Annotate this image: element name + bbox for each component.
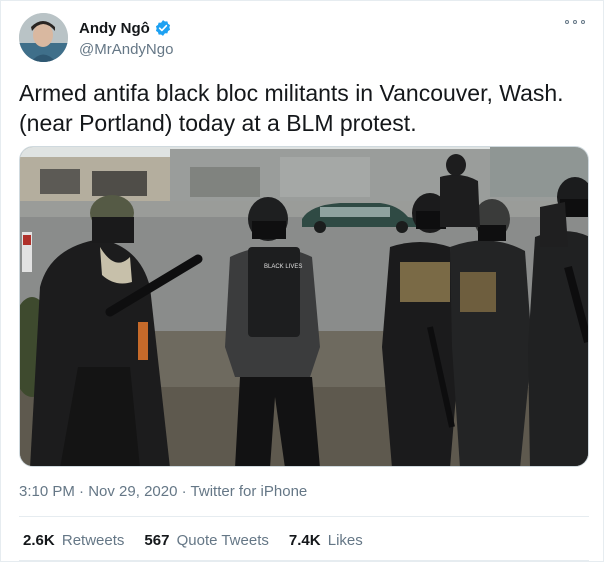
likes-label: Likes	[327, 532, 363, 549]
tweet-card: Andy Ngô @MrAndyNgo Armed antifa black b…	[0, 0, 604, 562]
meta-separator: ·	[79, 483, 85, 500]
likes-count: 7.4K	[288, 532, 321, 549]
vest-patch-text: BLACK LIVES	[264, 264, 302, 270]
quote-tweets-label: Quote Tweets	[176, 532, 269, 549]
author-names: Andy Ngô @MrAndyNgo	[79, 18, 173, 59]
verified-badge-icon	[154, 19, 172, 37]
tweet-date[interactable]: Nov 29, 2020	[88, 483, 177, 500]
retweets-stat[interactable]: 2.6K Retweets	[23, 532, 124, 549]
tweet-header: Andy Ngô @MrAndyNgo	[19, 11, 589, 65]
tweet-stats: 2.6K Retweets 567 Quote Tweets 7.4K Like…	[23, 532, 383, 549]
display-name[interactable]: Andy Ngô	[79, 20, 150, 37]
divider	[19, 516, 589, 517]
handle[interactable]: @MrAndyNgo	[79, 41, 173, 58]
retweets-label: Retweets	[61, 532, 125, 549]
retweets-count: 2.6K	[23, 532, 55, 549]
tweet-meta: 3:10 PM · Nov 29, 2020 · Twitter for iPh…	[19, 483, 307, 500]
quote-tweets-stat[interactable]: 567 Quote Tweets	[144, 532, 268, 549]
avatar[interactable]	[19, 13, 68, 62]
more-options-icon[interactable]	[565, 15, 585, 29]
likes-stat[interactable]: 7.4K Likes	[289, 532, 363, 549]
tweet-photo[interactable]: BLACK LIVES	[19, 146, 589, 467]
tweet-text-line-2: (near Portland) today at a BLM protest.	[19, 110, 417, 136]
tweet-time[interactable]: 3:10 PM	[19, 483, 75, 500]
quote-tweets-count: 567	[144, 532, 170, 549]
tweet-source[interactable]: Twitter for iPhone	[191, 483, 308, 500]
tweet-text: Armed antifa black bloc militants in Van…	[19, 78, 589, 138]
divider	[19, 560, 589, 561]
meta-separator: ·	[181, 483, 187, 500]
tweet-text-line-1: Armed antifa black bloc militants in Van…	[19, 80, 564, 106]
